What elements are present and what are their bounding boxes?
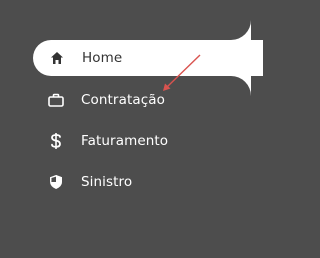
shield-icon: [44, 170, 68, 194]
sidebar-item-home[interactable]: Home: [33, 40, 263, 76]
sidebar-item-contratacao[interactable]: Contratação: [30, 82, 165, 118]
sidebar-item-label: Faturamento: [81, 133, 169, 149]
dollar-icon: [44, 129, 68, 153]
active-tab-corner-bottom: [231, 76, 251, 96]
sidebar-item-label: Home: [82, 50, 123, 66]
home-icon: [45, 46, 69, 70]
briefcase-icon: [44, 88, 68, 112]
active-tab-corner-top: [231, 20, 251, 40]
sidebar-item-sinistro[interactable]: Sinistro: [30, 164, 132, 200]
sidebar-item-faturamento[interactable]: Faturamento: [30, 123, 168, 159]
sidebar-item-label: Sinistro: [81, 174, 133, 190]
sidebar-item-label: Contratação: [81, 92, 165, 108]
sidebar: Home Contratação Faturamento Sinistro: [0, 0, 263, 258]
